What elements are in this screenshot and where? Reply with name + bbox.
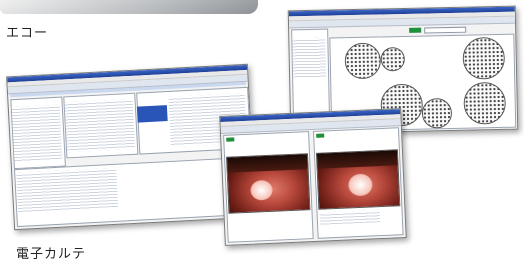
left-record-button[interactable] <box>226 137 235 142</box>
notes-rows <box>16 167 119 213</box>
image-viewer-window <box>219 108 407 246</box>
eye-photo <box>315 149 401 210</box>
selected-row[interactable] <box>136 105 168 123</box>
right-record-button[interactable] <box>316 133 325 138</box>
eye-photo <box>226 153 311 214</box>
history-rows <box>11 104 63 163</box>
echo-caption: エコー <box>6 26 49 41</box>
order-rows <box>64 98 136 153</box>
emr-caption: 電子カルテ <box>16 247 87 262</box>
patient-list-rows <box>292 37 327 79</box>
echo-device-photo <box>0 0 258 14</box>
date-field[interactable] <box>424 26 467 34</box>
emr-window <box>6 63 256 231</box>
record-button[interactable] <box>409 27 422 33</box>
